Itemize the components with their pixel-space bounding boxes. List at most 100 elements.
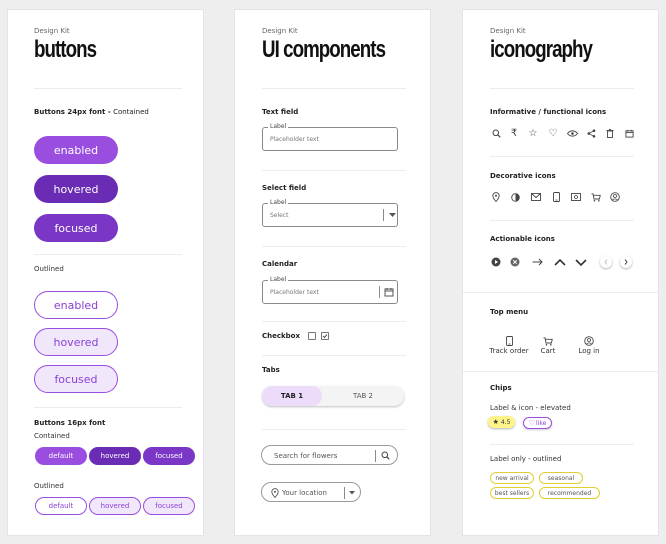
phone-icon [504,336,514,346]
panel-title: UI components [262,36,386,63]
small-outlined-default-button[interactable]: default [35,497,87,515]
divider [262,88,406,89]
divider [379,286,380,298]
chevron-up-icon[interactable] [553,256,567,268]
small-outlined-hovered-button[interactable]: hovered [89,497,141,515]
divider [262,355,406,356]
top-menu-log-in[interactable]: Log in [571,347,607,355]
calendar-heading: Calendar [262,260,298,268]
tab-2[interactable]: TAB 2 [333,386,393,406]
calendar-icon[interactable] [383,286,395,298]
design-kit-label: Design Kit [262,27,298,35]
field-label: Label [268,199,289,206]
panel-title: buttons [34,36,97,63]
text-field[interactable]: Label Placeholder text [262,123,398,151]
chevron-down-icon[interactable] [347,488,356,497]
field-placeholder: Placeholder text [270,136,319,143]
chevron-down-icon[interactable] [574,256,588,268]
actionable-heading: Actionable icons [490,235,555,243]
contrast-icon [509,191,521,203]
chips-heading: Chips [490,384,512,392]
search-icon [490,127,502,139]
divider [262,321,406,322]
divider [34,88,182,89]
contained-hovered-button[interactable]: hovered [34,175,118,203]
contained-focused-button[interactable]: focused [34,214,118,242]
location-select[interactable]: Your location [261,482,361,502]
divider [262,429,406,430]
checkbox-heading: Checkbox [262,332,301,340]
divider [262,170,406,171]
outlined-enabled-button[interactable]: enabled [34,291,118,319]
select-field-heading: Select field [262,184,307,192]
divider [383,209,384,221]
like-chip[interactable]: ♡ like [523,417,552,429]
tab-1[interactable]: TAB 1 [262,386,322,406]
field-label: Label [268,123,289,130]
small-default-button[interactable]: default [35,447,87,465]
mail-icon [530,191,542,203]
top-menu-cart[interactable]: Cart [533,347,563,355]
calendar-field[interactable]: Label Placeholder text [262,276,398,304]
small-hovered-button[interactable]: hovered [89,447,141,465]
divider [490,88,634,89]
search-input[interactable]: Search for flowers [261,445,398,465]
divider [463,292,660,293]
checkbox-checked[interactable] [321,332,329,340]
user-circle-icon [584,336,594,346]
chip-recommended[interactable]: recommended [539,487,600,499]
divider [34,254,182,255]
section-heading-small: Buttons 16px font [34,419,106,427]
chip-new-arrival[interactable]: new arrival [490,472,534,484]
contained-label: Contained [34,432,70,440]
trash-icon [604,127,616,139]
tabs-heading: Tabs [262,366,280,374]
select-field[interactable]: Label Select [262,199,398,227]
search-icon[interactable] [380,450,391,461]
divider [344,487,345,499]
arrow-right-icon[interactable] [530,256,544,268]
top-menu-track-order[interactable]: Track order [487,347,531,355]
small-outlined-focused-button[interactable]: focused [143,497,195,515]
chevron-right-icon[interactable] [620,256,632,268]
location-pin-icon [490,191,502,203]
divider [463,371,660,372]
search-placeholder: Search for flowers [274,452,338,460]
field-label: Label [268,276,289,283]
divider [490,444,634,445]
panel-title: iconography [490,36,593,63]
close-circle-icon[interactable] [509,256,521,268]
chevron-down-icon[interactable] [387,210,397,220]
cash-icon [570,191,582,203]
check-icon [322,334,328,339]
play-icon[interactable] [490,256,502,268]
chips-elevated-label: Label & icon - elevated [490,404,571,412]
select-value: Select [270,212,289,219]
outlined-focused-button[interactable]: focused [34,365,118,393]
contained-enabled-button[interactable]: enabled [34,136,118,164]
design-kit-label: Design Kit [490,27,526,35]
location-pin-icon [270,487,280,498]
chip-best-sellers[interactable]: best sellers [490,487,534,499]
cart-icon [543,336,553,346]
chips-outlined-label: Label only - outlined [490,455,562,463]
top-menu-heading: Top menu [490,308,529,316]
ui-components-panel: Design Kit UI components Text field Labe… [234,9,431,536]
outlined-hovered-button[interactable]: hovered [34,328,118,356]
rating-chip[interactable]: ★ 4.5 [488,416,515,428]
rupee-icon: ₹ [510,127,518,139]
checkbox-unchecked[interactable] [308,332,316,340]
share-icon [585,127,597,139]
small-focused-button[interactable]: focused [143,447,195,465]
informative-heading: Informative / functional icons [490,108,607,116]
location-placeholder: Your location [282,489,327,497]
chip-seasonal[interactable]: seasonal [539,472,583,484]
chevron-left-icon[interactable] [600,256,612,268]
divider [262,246,406,247]
text-field-heading: Text field [262,108,299,116]
user-circle-icon [609,191,621,203]
tabs: TAB 1 TAB 2 [262,386,404,406]
calendar-icon [623,127,635,139]
star-icon: ☆ [528,127,538,139]
buttons-panel: Design Kit buttons Buttons 24px font - C… [7,9,204,536]
